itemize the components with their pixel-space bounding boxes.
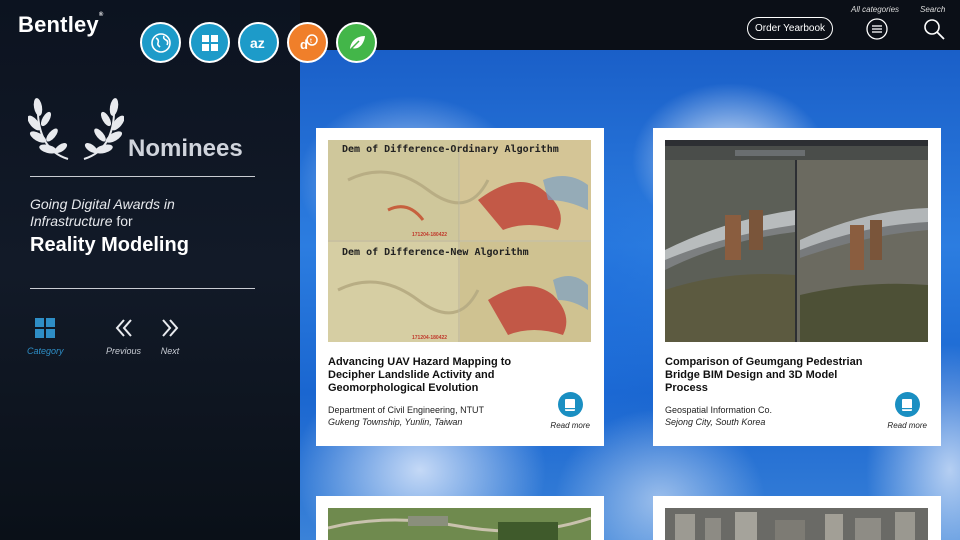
book-icon <box>894 392 920 417</box>
order-yearbook-button[interactable]: Order Yearbook <box>747 17 833 40</box>
card-title[interactable]: Comparison of Geumgang Pedestrian Bridge… <box>665 356 875 395</box>
card-organization: Department of Civil Engineering, NTUT <box>328 405 485 415</box>
sidebar <box>0 0 300 540</box>
read-more-label: Read more <box>887 421 927 430</box>
grid-icon[interactable] <box>189 22 230 63</box>
double-chevron-right-icon <box>162 319 179 337</box>
read-more-label: Read more <box>550 421 590 430</box>
menu-icon[interactable] <box>866 18 888 40</box>
nominees-heading: Nominees <box>128 135 243 162</box>
image-label: Dem of Difference-New Algorithm <box>342 247 529 258</box>
read-more-button[interactable]: Read more <box>550 392 590 430</box>
card-location: Gukeng Township, Yunlin, Taiwan <box>328 417 463 427</box>
nominee-card[interactable] <box>653 496 941 540</box>
award-subtitle: Going Digital Awards in Infrastructure f… <box>30 196 175 229</box>
category-label: Category <box>27 346 64 356</box>
image-code: 171204-180422 <box>412 335 448 341</box>
nominee-card[interactable] <box>316 496 604 540</box>
aerial-image <box>328 508 591 540</box>
card-location: Sejong City, South Korea <box>665 417 766 427</box>
bridge-model-image <box>665 140 928 342</box>
all-categories-label: All categories <box>851 5 900 14</box>
svg-text:az: az <box>250 35 265 51</box>
category-title: Reality Modeling <box>30 234 189 256</box>
previous-button[interactable]: Previous <box>106 318 141 356</box>
double-chevron-left-icon <box>115 319 132 337</box>
nominee-card[interactable]: Dem of Difference-Ordinary Algorithm Dem… <box>316 128 604 446</box>
category-icons: az dt <box>140 22 377 63</box>
image-label: Dem of Difference-Ordinary Algorithm <box>342 144 559 155</box>
bentley-logo[interactable]: Bentley® <box>18 12 104 38</box>
dt-icon[interactable]: dt <box>287 22 328 63</box>
landslide-dem-image: Dem of Difference-Ordinary Algorithm Dem… <box>328 140 591 342</box>
grid-icon <box>35 318 56 338</box>
next-label: Next <box>160 346 180 356</box>
category-nav-button[interactable]: Category <box>27 318 64 356</box>
city-image <box>665 508 928 540</box>
divider <box>30 176 255 177</box>
card-title[interactable]: Advancing UAV Hazard Mapping to Decipher… <box>328 356 538 395</box>
laurel-icon <box>28 98 124 160</box>
divider <box>30 288 255 289</box>
nominee-card[interactable]: Comparison of Geumgang Pedestrian Bridge… <box>653 128 941 446</box>
search-icon[interactable] <box>923 18 945 40</box>
card-organization: Geospatial Information Co. <box>665 405 773 415</box>
search-label: Search <box>920 5 946 14</box>
book-icon <box>557 392 583 417</box>
read-more-button[interactable]: Read more <box>887 392 927 430</box>
svg-text:t: t <box>310 38 312 45</box>
leaf-icon[interactable] <box>336 22 377 63</box>
next-button[interactable]: Next <box>160 318 180 356</box>
az-icon[interactable]: az <box>238 22 279 63</box>
previous-label: Previous <box>106 346 142 356</box>
globe-icon[interactable] <box>140 22 181 63</box>
image-code: 171204-180422 <box>412 232 448 238</box>
